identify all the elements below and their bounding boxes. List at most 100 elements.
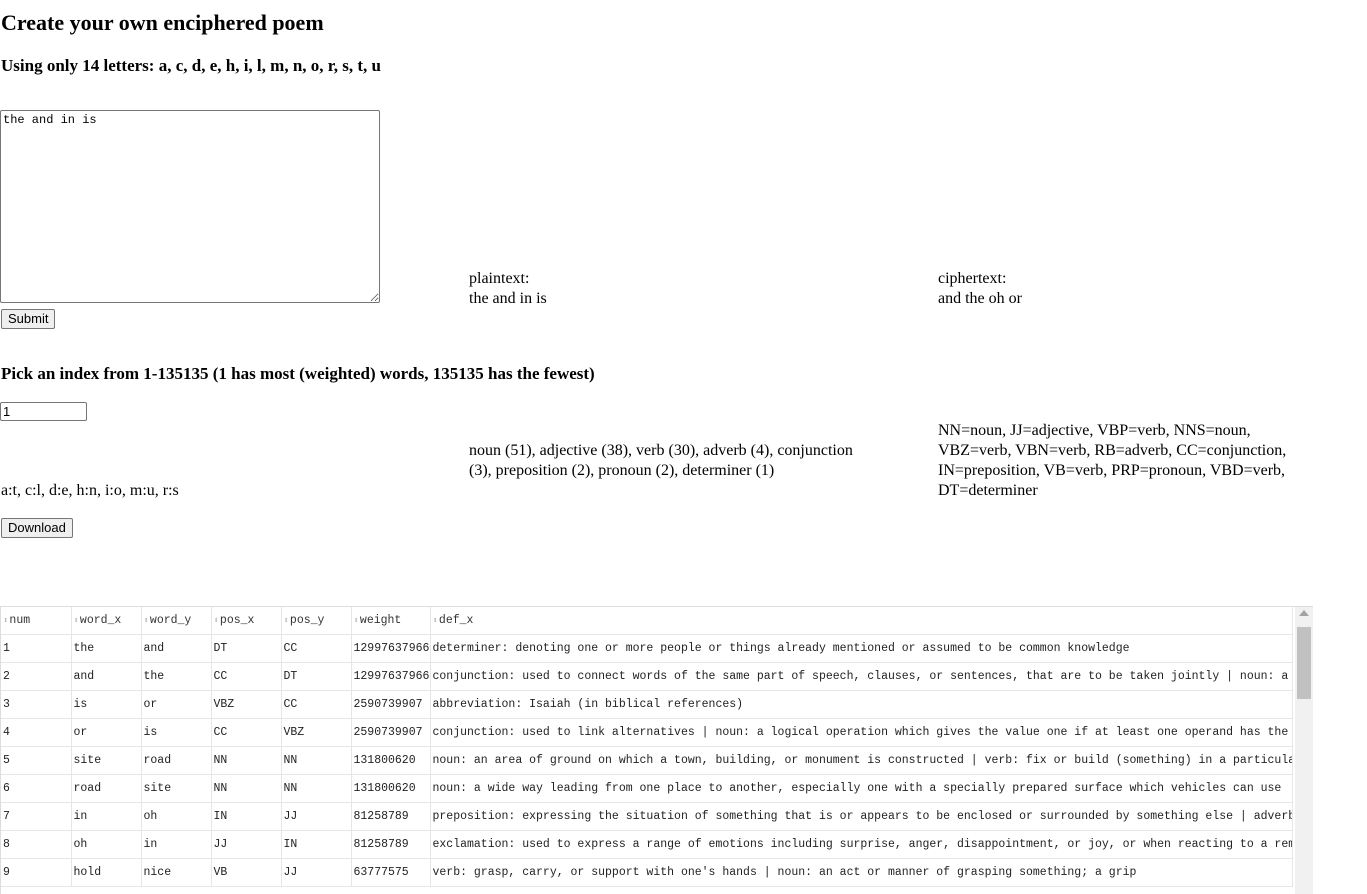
cell-weight: 131800620 [351,746,431,775]
cell-pos-y: NN [281,746,352,775]
results-grid: ⬍num ⬍word_x ⬍word_y ⬍pos_x ⬍pos_y ⬍weig… [1,607,1293,887]
cell-weight: 2590739907 [351,718,431,747]
table-row: 4 or is CC VBZ 2590739907 conjunction: used to… [1,718,1293,747]
table-row: 6 road site NN NN 131800620 noun: a wide way l… [1,774,1293,803]
cell-num: 1 [1,634,72,663]
cell-word-x: the [71,634,142,663]
column-header-word-x[interactable]: ⬍word_x [71,607,142,635]
table-scrollbar[interactable] [1295,607,1313,894]
cell-weight: 12997637966 [351,662,431,691]
ciphertext-value: and the oh or [938,290,1022,307]
cell-weight: 81258789 [351,830,431,859]
sort-icon: ⬍ [283,616,289,626]
cell-word-y: nice [141,858,212,887]
cell-pos-y: JJ [281,802,352,831]
cell-weight: 2590739907 [351,690,431,719]
cell-pos-x: CC [211,718,282,747]
cell-pos-x: NN [211,746,282,775]
column-header-pos-x[interactable]: ⬍pos_x [211,607,282,635]
cell-word-x: road [71,774,142,803]
table-row: 3 is or VBZ CC 2590739907 abbreviation: Isaiah… [1,690,1293,719]
cell-pos-y: CC [281,690,352,719]
plaintext-value: the and in is [469,290,547,307]
cell-word-x: in [71,802,142,831]
results-table: ⬍num ⬍word_x ⬍word_y ⬍pos_x ⬍pos_y ⬍weig… [0,606,1313,894]
cell-word-y: and [141,634,212,663]
cell-weight: 131800620 [351,774,431,803]
table-row: 1 the and DT CC 12997637966 determiner: denoti… [1,634,1293,663]
cell-num: 4 [1,718,72,747]
index-input[interactable] [0,402,87,421]
cell-weight: 81258789 [351,802,431,831]
cell-pos-x: DT [211,634,282,663]
cell-word-x: or [71,718,142,747]
ciphertext-block: ciphertext: and the oh or [938,269,1022,309]
column-header-num[interactable]: ⬍num [1,607,72,635]
column-header-word-y[interactable]: ⬍word_y [141,607,212,635]
cell-pos-x: IN [211,802,282,831]
cell-word-y: is [141,718,212,747]
cell-word-y: in [141,830,212,859]
table-row: 9 hold nice VB JJ 63777575 verb: grasp, carry,… [1,858,1293,887]
letters-heading: Using only 14 letters: a, c, d, e, h, i,… [1,56,381,75]
table-row: 8 oh in JJ IN 81258789 exclamation: used to ex… [1,830,1293,859]
sort-icon: ⬍ [353,616,359,626]
cell-pos-x: JJ [211,830,282,859]
sort-icon: ⬍ [3,616,9,626]
ciphertext-label: ciphertext: [938,270,1007,287]
cell-def-x: abbreviation: Isaiah (in biblical refere… [430,690,1293,719]
submit-button[interactable]: Submit [1,309,56,329]
cell-num: 6 [1,774,72,803]
cell-def-x: conjunction: used to link alternatives |… [430,718,1293,747]
table-row: 7 in oh IN JJ 81258789 preposition: expressing… [1,802,1293,831]
column-header-weight[interactable]: ⬍weight [351,607,431,635]
cell-num: 7 [1,802,72,831]
page-title: Create your own enciphered poem [1,10,324,35]
cell-def-x: conjunction: used to connect words of th… [430,662,1293,691]
pos-counts: noun (51), adjective (38), verb (30), ad… [469,442,853,479]
cell-def-x: noun: an area of ground on which a town,… [430,746,1293,775]
cell-def-x: noun: a wide way leading from one place … [430,774,1293,803]
cell-def-x: verb: grasp, carry, or support with one'… [430,858,1293,887]
letter-mapping: a:t, c:l, d:e, h:n, i:o, m:u, r:s [1,482,179,499]
cell-pos-y: VBZ [281,718,352,747]
cell-word-y: oh [141,802,212,831]
sort-icon: ⬍ [213,616,219,626]
cell-pos-x: VB [211,858,282,887]
table-row: 5 site road NN NN 131800620 noun: an area of g… [1,746,1293,775]
cell-num: 2 [1,662,72,691]
index-heading: Pick an index from 1-135135 (1 has most … [1,364,595,383]
scrollbar-thumb[interactable] [1297,627,1311,699]
cell-word-y: the [141,662,212,691]
cell-num: 3 [1,690,72,719]
sort-icon: ⬍ [143,616,149,626]
cell-pos-y: DT [281,662,352,691]
download-button[interactable]: Download [1,518,73,538]
column-header-pos-y[interactable]: ⬍pos_y [281,607,352,635]
column-header-def-x[interactable]: ⬍def_x [430,607,1293,635]
cell-word-x: is [71,690,142,719]
cell-weight: 63777575 [351,858,431,887]
cell-word-x: site [71,746,142,775]
table-row: 2 and the CC DT 12997637966 conjunction: used … [1,662,1293,691]
plaintext-block: plaintext: the and in is [469,269,547,309]
cell-pos-x: CC [211,662,282,691]
plaintext-label: plaintext: [469,270,530,287]
cell-pos-y: CC [281,634,352,663]
cell-word-x: oh [71,830,142,859]
cell-word-x: and [71,662,142,691]
pos-legend: NN=noun, JJ=adjective, VBP=verb, NNS=nou… [938,422,1287,499]
poem-input[interactable]: the and in is [0,110,380,303]
cell-pos-y: IN [281,830,352,859]
cell-def-x: preposition: expressing the situation of… [430,802,1293,831]
cell-def-x: determiner: denoting one or more people … [430,634,1293,663]
sort-icon: ⬍ [432,616,438,626]
cell-pos-y: JJ [281,858,352,887]
cell-word-y: site [141,774,212,803]
sort-icon: ⬍ [73,616,79,626]
cell-num: 8 [1,830,72,859]
cell-pos-x: VBZ [211,690,282,719]
cell-pos-x: NN [211,774,282,803]
cell-weight: 12997637966 [351,634,431,663]
scroll-up-arrow-icon[interactable] [1299,610,1309,616]
